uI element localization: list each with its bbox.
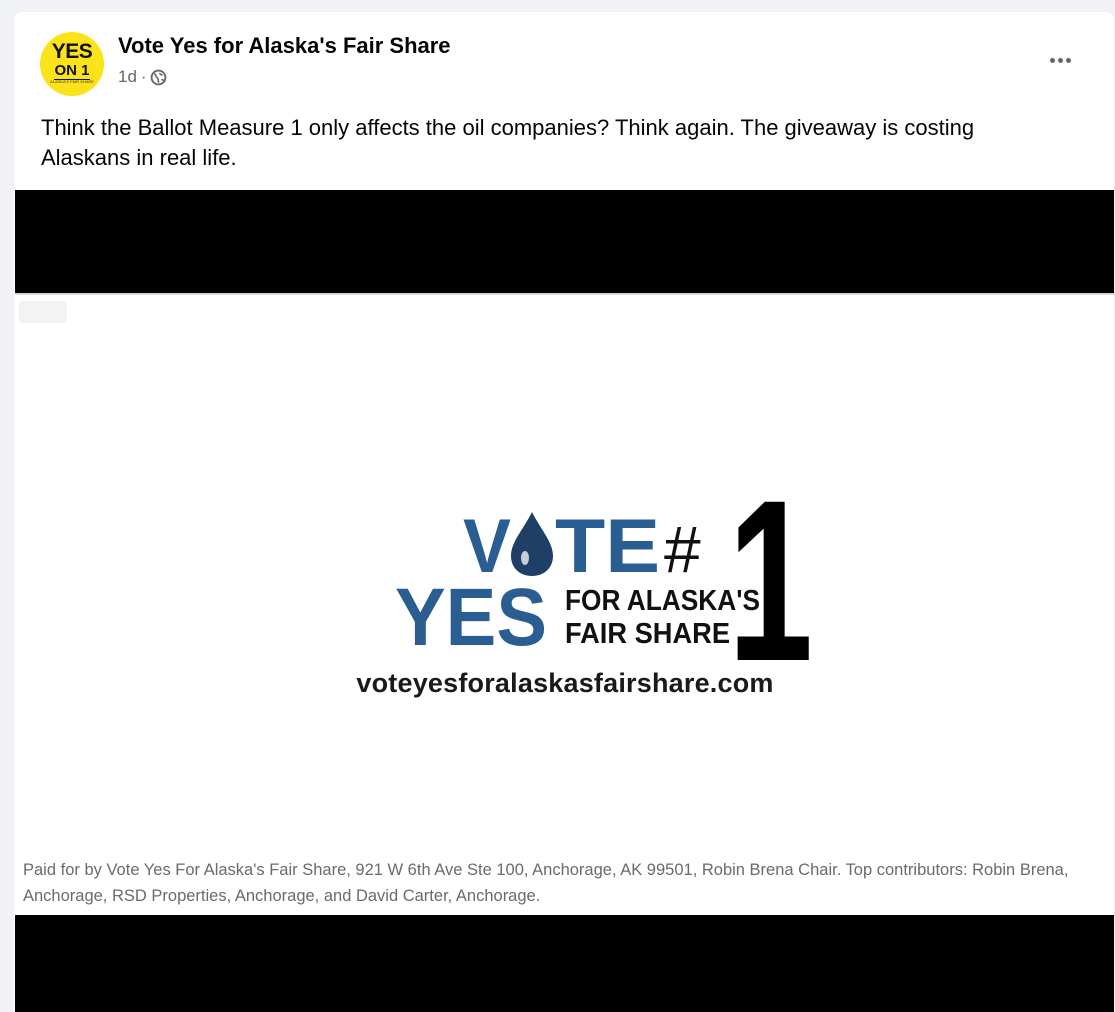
post-meta: 1d ·: [118, 67, 167, 87]
page-avatar[interactable]: YES ON 1 ALASKA'S FAIR SHARE: [40, 32, 104, 96]
campaign-website-url: voteyesforalaskasfairshare.com: [356, 668, 774, 698]
oil-drop-icon: [511, 512, 553, 576]
logo-hash: #: [664, 512, 701, 586]
vote-yes-logo-graphic: V TE # 1 YES FOR ALASKA'S FAIR SHARE: [395, 480, 813, 700]
avatar-logo-subtext: ALASKA'S FAIR SHARE: [50, 79, 94, 84]
post-card: YES ON 1 ALASKA'S FAIR SHARE Vote Yes fo…: [14, 12, 1114, 1012]
oil-drop-highlight: [521, 551, 529, 565]
frame-artifact: [19, 301, 67, 323]
globe-icon[interactable]: [150, 69, 167, 86]
logo-yes: YES: [395, 572, 547, 663]
meta-separator: ·: [140, 67, 147, 86]
video-frame: V TE # 1 YES FOR ALASKA'S FAIR SHARE vot…: [15, 293, 1114, 915]
post-header: YES ON 1 ALASKA'S FAIR SHARE Vote Yes fo…: [14, 12, 1114, 102]
logo-vote-te: TE: [555, 504, 660, 589]
post-timestamp[interactable]: 1d: [118, 67, 137, 87]
vote-yes-logo: V TE # 1 YES FOR ALASKA'S FAIR SHARE: [375, 480, 815, 700]
avatar-logo-text-on1: ON 1: [54, 62, 90, 80]
logo-fair-share: FAIR SHARE: [565, 618, 730, 650]
post-message: Think the Ballot Measure 1 only affects …: [41, 115, 975, 170]
more-options-icon-dot: [1065, 57, 1071, 63]
page-name-link[interactable]: Vote Yes for Alaska's Fair Share: [118, 33, 451, 59]
logo-for-alaskas: FOR ALASKA'S: [565, 585, 760, 617]
video-player[interactable]: V TE # 1 YES FOR ALASKA'S FAIR SHARE vot…: [15, 190, 1114, 1012]
paid-for-disclaimer: Paid for by Vote Yes For Alaska's Fair S…: [23, 861, 1069, 905]
more-options-button[interactable]: [1036, 42, 1084, 78]
more-options-icon: [1049, 57, 1055, 63]
more-options-icon-dot: [1057, 57, 1063, 63]
avatar-logo-text-yes: YES: [51, 40, 93, 63]
